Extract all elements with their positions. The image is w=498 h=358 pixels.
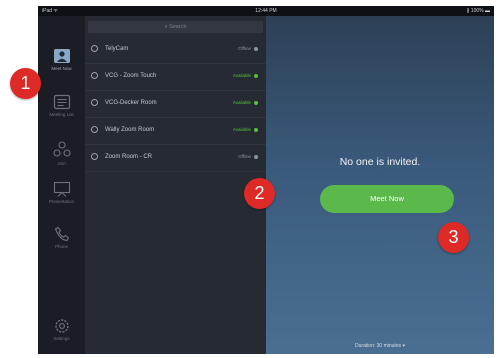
list-item[interactable]: Wally Zoom Room Available: [85, 118, 266, 145]
invite-status-text: No one is invited.: [339, 156, 421, 168]
radio-button[interactable]: [91, 45, 98, 52]
room-name: VCG - Zoom Touch: [105, 73, 157, 79]
meeting-panel: No one is invited. Meet Now Duration: 30…: [266, 16, 494, 354]
callout-badge-3: 3: [438, 222, 469, 253]
list-item[interactable]: VCG - Zoom Touch Available: [85, 64, 266, 91]
sidebar-item-meeting-list[interactable]: Meeting List: [38, 94, 85, 117]
room-status: Available: [232, 73, 251, 78]
radio-button[interactable]: [91, 126, 98, 133]
sidebar-item-label: Presentation: [48, 199, 75, 204]
room-name: TelyCam: [105, 46, 129, 52]
status-dot-icon: [254, 74, 258, 78]
sidebar-item-phone[interactable]: Phone: [38, 226, 85, 249]
radio-button[interactable]: [91, 72, 98, 79]
status-dot-icon: [254, 47, 258, 51]
sidebar-item-label: Phone: [54, 244, 68, 249]
sidebar-item-label: Meeting List: [49, 112, 74, 117]
clock: 12:44 PM: [255, 8, 277, 14]
room-name: Wally Zoom Room: [105, 127, 155, 133]
sidebar-rail: Meet Now Meeting List Join Presentation …: [38, 16, 85, 354]
status-dot-icon: [254, 155, 258, 159]
callout-badge-1: 1: [10, 68, 41, 99]
sidebar-item-label: Settings: [53, 336, 70, 341]
meeting-list-icon: [53, 94, 70, 110]
battery-indicator: ∦ 100% ▬: [466, 8, 490, 14]
callout-badge-2: 2: [244, 178, 275, 209]
status-bar: iPad ᯤ 12:44 PM ∦ 100% ▬: [38, 6, 494, 16]
search-input[interactable]: ⌕ Search: [88, 21, 263, 33]
sidebar-item-label: Meet Now: [51, 66, 72, 71]
meet-now-icon: [53, 49, 70, 63]
status-dot-icon: [254, 101, 258, 105]
status-dot-icon: [254, 128, 258, 132]
phone-icon: [54, 226, 69, 242]
list-item[interactable]: VCG-Decker Room Available: [85, 91, 266, 118]
sidebar-item-presentation[interactable]: Presentation: [38, 181, 85, 204]
room-name: VCG-Decker Room: [105, 100, 157, 106]
room-list-panel: ⌕ Search TelyCam Offline VCG - Zoom Touc…: [85, 16, 266, 354]
room-status: Offline: [238, 154, 251, 159]
room-name: Zoom Room - CR: [105, 154, 153, 160]
room-status: Available: [232, 100, 251, 105]
sidebar-item-meet-now[interactable]: Meet Now: [38, 48, 85, 71]
radio-button[interactable]: [91, 153, 98, 160]
settings-icon: [54, 319, 69, 333]
meet-now-button[interactable]: Meet Now: [320, 185, 454, 213]
list-item[interactable]: Zoom Room - CR Offline: [85, 145, 266, 172]
list-item[interactable]: TelyCam Offline: [85, 37, 266, 64]
sidebar-item-join[interactable]: Join: [38, 141, 85, 166]
room-status: Offline: [238, 46, 251, 51]
radio-button[interactable]: [91, 99, 98, 106]
join-icon: [52, 141, 71, 157]
sidebar-item-label: Join: [57, 161, 66, 166]
sidebar-item-settings[interactable]: Settings: [38, 318, 85, 341]
presentation-icon: [53, 181, 70, 197]
room-status: Available: [232, 127, 251, 132]
duration-selector[interactable]: Duration: 30 minutes ▾: [266, 343, 494, 349]
